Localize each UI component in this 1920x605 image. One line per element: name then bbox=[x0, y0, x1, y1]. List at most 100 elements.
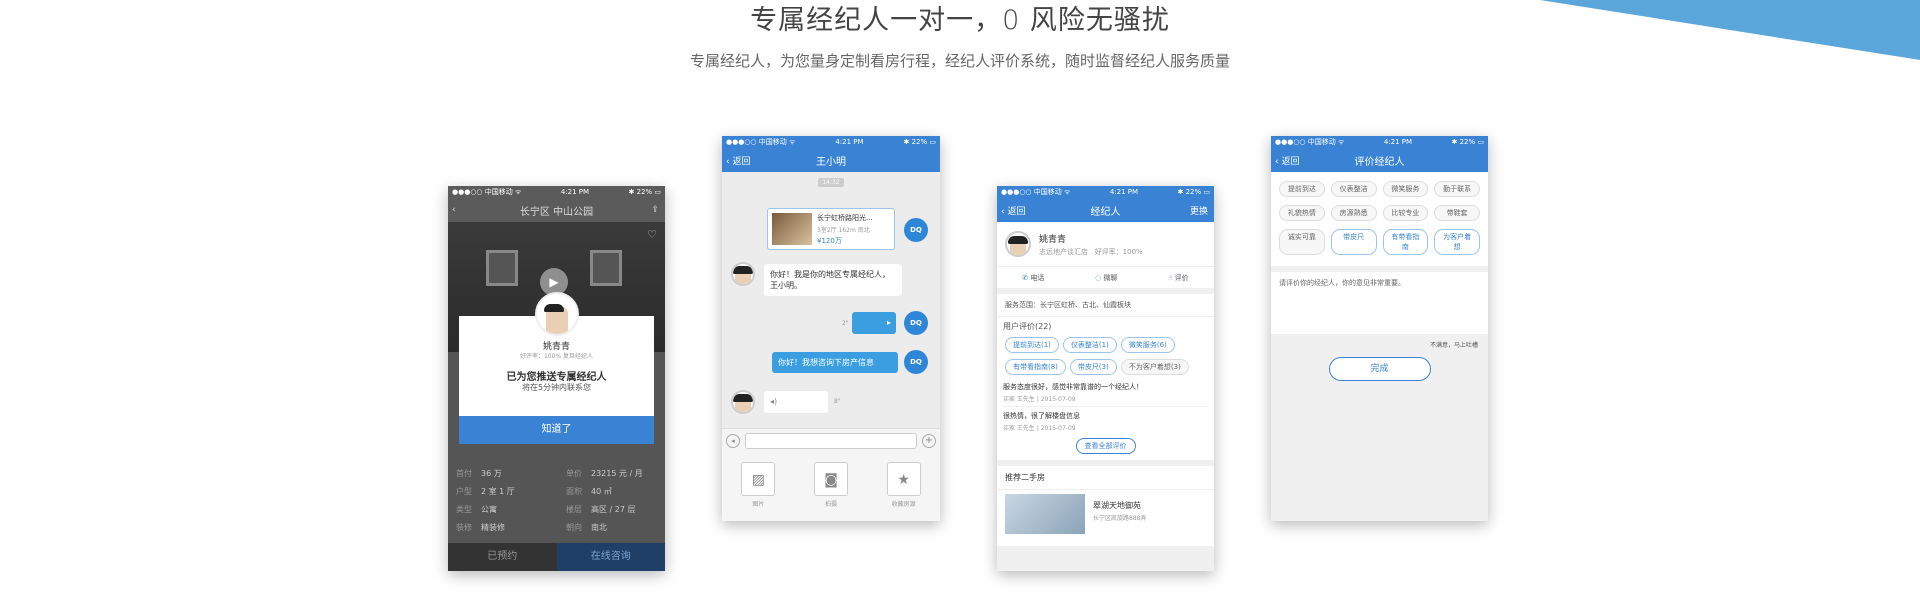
ok-button[interactable]: 知道了 bbox=[459, 416, 654, 444]
info-value: 36 万 bbox=[481, 469, 502, 478]
info-row: 类型 公寓 楼层 高区 / 27 层 bbox=[456, 504, 657, 522]
carrier-text: ●●●○○ 中国移动 ᯤ bbox=[452, 188, 522, 196]
agent-rate: 好评率：100% bbox=[1094, 248, 1143, 256]
action-label: 微聊 bbox=[1103, 273, 1118, 282]
voice-message-in[interactable]: ◂) bbox=[764, 391, 828, 413]
complaint-hint[interactable]: 不满意，马上吐槽 bbox=[1271, 334, 1488, 355]
image-icon: ▨ bbox=[741, 462, 776, 496]
info-key: 朝向 bbox=[566, 523, 582, 532]
change-button[interactable]: 更换 bbox=[1190, 204, 1208, 217]
rating-tag[interactable]: 房源熟悉 bbox=[1330, 205, 1377, 221]
review-text: 服务态度很好，感觉非常靠谱的一个经纪人！ bbox=[1003, 383, 1143, 391]
rating-tag[interactable]: 礼貌热情 bbox=[1279, 205, 1325, 221]
rating-tag-selected[interactable]: 带皮尺 bbox=[1330, 229, 1377, 255]
comment-placeholder: 请评价你的经纪人，你的意见非常重要。 bbox=[1279, 279, 1405, 287]
house-thumb bbox=[772, 213, 812, 245]
consult-button[interactable]: 在线咨询 bbox=[556, 543, 665, 571]
info-value: 公寓 bbox=[481, 505, 497, 514]
nav-bar: ‹ 返回 王小明 bbox=[722, 148, 940, 172]
message-input[interactable] bbox=[745, 432, 917, 449]
user-avatar: DQ bbox=[904, 218, 928, 242]
card-price: ¥120万 bbox=[817, 237, 842, 245]
review-tag: 提前到达(1) bbox=[1005, 337, 1059, 353]
tool-image[interactable]: ▨ 图片 bbox=[741, 462, 776, 521]
rating-tag[interactable]: 诚实可靠 bbox=[1279, 229, 1325, 255]
house-thumb[interactable] bbox=[1005, 494, 1085, 534]
rating-tag[interactable]: 勤于联系 bbox=[1434, 181, 1480, 197]
plus-icon[interactable]: + bbox=[922, 433, 936, 448]
info-key: 面积 bbox=[566, 487, 582, 496]
comment-textarea[interactable]: 请评价你的经纪人，你的意见非常重要。 bbox=[1271, 272, 1488, 334]
status-bar: ●●●○○ 中国移动 ᯤ 4:21 PM ✱ 22% ▭ bbox=[997, 186, 1214, 198]
rating-tag-selected[interactable]: 为客户着想 bbox=[1434, 229, 1480, 255]
voice-message-out[interactable]: ▸ bbox=[852, 312, 896, 334]
status-bar: ●●●○○ 中国移动 ᯤ 4:21 PM ✱ 22% ▭ bbox=[722, 136, 940, 148]
rating-tag[interactable]: 提前到达 bbox=[1279, 181, 1325, 197]
rate-action[interactable]: ☝ 评价 bbox=[1168, 273, 1189, 283]
card-meta: 3室2厅 162m 南北 bbox=[817, 227, 870, 234]
booked-button[interactable]: 已预约 bbox=[448, 543, 557, 571]
nav-title: 王小明 bbox=[816, 156, 846, 168]
info-key: 类型 bbox=[456, 505, 472, 514]
agent-company: 志远地产谈汇店 bbox=[1039, 248, 1088, 256]
back-label: 返回 bbox=[732, 156, 751, 167]
favorite-icon[interactable]: ♡ bbox=[647, 228, 657, 241]
agent-avatar bbox=[731, 390, 755, 414]
rating-tags: 提前到达 仪表整洁 微笑服务 勤于联系 礼貌热情 房源熟悉 比较专业 带鞋套 诚… bbox=[1271, 172, 1488, 266]
agent-avatar bbox=[731, 262, 755, 286]
rating-tag[interactable]: 仪表整洁 bbox=[1330, 181, 1377, 197]
back-icon[interactable]: ‹ bbox=[452, 205, 456, 215]
chat-action[interactable]: ◌ 微聊 bbox=[1095, 273, 1117, 283]
rating-tag[interactable]: 比较专业 bbox=[1382, 205, 1429, 221]
reviews-section: 用户评价(22) 提前到达(1) 仪表整洁(1) 微笑服务(6) 有带看指南(8) 带皮… bbox=[997, 316, 1214, 460]
info-value: 高区 / 27 层 bbox=[591, 505, 636, 514]
agent-popup: 姚青青 好评率：100% 复旦经纪人 已为您推送专属经纪人 将在5分钟内联系您 … bbox=[459, 292, 654, 444]
action-label: 电话 bbox=[1030, 273, 1045, 282]
done-button[interactable]: 完成 bbox=[1328, 357, 1431, 381]
house-name[interactable]: 翠湖天地御苑 bbox=[1093, 500, 1141, 511]
service-area: 服务范围：长宁区虹桥、古北、仙霞板块 bbox=[997, 294, 1214, 316]
page-title: 专属经纪人一对一，0 风险无骚扰 bbox=[750, 5, 1170, 36]
battery-text: ✱ 22% ▭ bbox=[1451, 138, 1484, 146]
star-icon: ★ bbox=[886, 462, 921, 496]
tool-camera[interactable]: ◙ 拍摄 bbox=[813, 462, 848, 521]
info-row: 装修 精装修 朝向 南北 bbox=[456, 522, 657, 540]
page-subtitle: 专属经纪人，为您量身定制看房行程，经纪人评价系统，随时监督经纪人服务质量 bbox=[689, 52, 1230, 70]
recommend-title: 推荐二手房 bbox=[997, 466, 1214, 490]
status-bar: ●●●○○ 中国移动 ᯤ 4:21 PM ✱ 22% ▭ bbox=[1271, 136, 1488, 148]
agent-avatar bbox=[1005, 231, 1031, 257]
voice-length-out: 2" bbox=[842, 320, 849, 327]
back-button[interactable]: ‹ 返回 bbox=[1275, 154, 1299, 167]
rating-tag-selected[interactable]: 有带看指南 bbox=[1382, 229, 1429, 255]
info-key: 装修 bbox=[456, 523, 472, 532]
voice-toggle-icon[interactable]: ◂ bbox=[726, 433, 740, 448]
back-button[interactable]: ‹ 返回 bbox=[1001, 204, 1025, 217]
info-key: 首付 bbox=[456, 469, 472, 478]
back-button[interactable]: ‹ 返回 bbox=[726, 154, 750, 167]
nav-bar: ‹ 长宁区 中山公园 ⇪ bbox=[448, 198, 665, 222]
view-all-button[interactable]: 查看全部评价 bbox=[1075, 438, 1136, 454]
battery-text: ✱ 22% ▭ bbox=[903, 138, 936, 146]
user-avatar: DQ bbox=[904, 311, 928, 335]
recommend-section: 推荐二手房 翠湖天地御苑 长宁区凯旋路888弄 bbox=[997, 466, 1214, 546]
info-row: 首付 36 万 单价 23215 元 / 月 bbox=[456, 468, 657, 486]
rating-tag[interactable]: 微笑服务 bbox=[1382, 181, 1429, 197]
carrier-text: ●●●○○ 中国移动 ᯤ bbox=[726, 138, 796, 146]
agent-meta: 好评率：100% 复旦经纪人 bbox=[519, 353, 594, 360]
nav-bar: ‹ 返回 评价经纪人 bbox=[1271, 148, 1488, 172]
battery-text: ✱ 22% ▭ bbox=[628, 188, 661, 196]
back-label: 返回 bbox=[1281, 156, 1300, 167]
phone-action[interactable]: ✆ 电话 bbox=[1022, 273, 1044, 283]
chat-icon: ◌ bbox=[1095, 273, 1102, 282]
house-card[interactable]: 长宁虹桥路阳光... 3室2厅 162m 南北 ¥120万 bbox=[767, 208, 895, 250]
clock-text: 4:21 PM bbox=[835, 138, 864, 146]
info-value: 23215 元 / 月 bbox=[591, 469, 643, 478]
info-value: 南北 bbox=[591, 523, 607, 532]
tool-favorite[interactable]: ★ 收藏房源 bbox=[886, 462, 921, 521]
rating-tag[interactable]: 带鞋套 bbox=[1434, 205, 1480, 221]
view-all-wrap: 查看全部评价 bbox=[1003, 438, 1208, 454]
info-value: 40 ㎡ bbox=[591, 487, 612, 496]
review-text: 很热情，很了解楼盘信息 bbox=[1003, 412, 1080, 420]
share-icon[interactable]: ⇪ bbox=[651, 205, 659, 215]
user-message: 你好！我想咨询下房产信息 bbox=[772, 352, 898, 373]
